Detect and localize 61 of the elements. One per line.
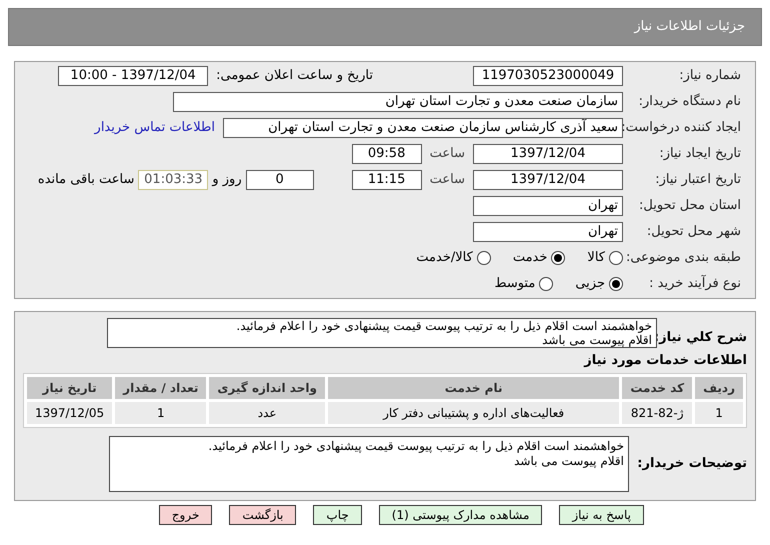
buyer-notes-line: خواهشمند است اقلام ذیل را به ترتیب پیوست قیمت پیشنهادی خود را اعلام فرمائید. xyxy=(207,439,624,454)
date-field: 1397/12/04 xyxy=(473,170,623,190)
time-label: ساعت xyxy=(430,171,465,190)
table-cell: 1 xyxy=(695,402,743,424)
action-button[interactable]: بازگشت xyxy=(229,505,296,525)
action-button[interactable]: چاپ xyxy=(313,505,362,525)
radio-label: خدمت xyxy=(512,249,548,268)
column-header: واحد اندازه گیری xyxy=(209,377,325,399)
remaining-time-field: 01:03:33 xyxy=(138,170,208,190)
action-button[interactable]: خروج xyxy=(158,505,212,525)
field-label: شهر محل تحویل: xyxy=(646,223,741,242)
action-button[interactable]: پاسخ به نیاز xyxy=(559,505,644,525)
table-cell: فعالیت‌های اداره و پشتیبانی دفتر کار xyxy=(328,402,620,424)
days-field: 0 xyxy=(246,170,314,190)
radio-button[interactable] xyxy=(609,277,623,291)
date-field: 1397/12/04 xyxy=(473,144,623,164)
page-title: جزئیات اطلاعات نیاز xyxy=(634,18,745,36)
days-label: روز و xyxy=(212,171,242,190)
field-label: ایجاد کننده درخواست: xyxy=(623,119,741,138)
province-field: تهران xyxy=(473,196,623,216)
field-label: تاریخ و ساعت اعلان عمومی: xyxy=(216,67,373,86)
field-label: استان محل تحویل: xyxy=(638,197,741,216)
column-header: نام خدمت xyxy=(328,377,620,399)
action-button[interactable]: مشاهده مدارک پیوستی (1) xyxy=(378,505,542,525)
summary-line: اقلام پیوست می باشد xyxy=(541,333,652,347)
radio-button[interactable] xyxy=(551,251,566,265)
table-cell: 1 xyxy=(115,402,206,424)
radio-button[interactable] xyxy=(476,251,491,265)
field-label: نوع فرآیند خرید : xyxy=(648,274,741,294)
time-field: 11:15 xyxy=(352,170,422,190)
buyer-org-field: سازمان صنعت معدن و تجارت استان تهران xyxy=(173,92,623,112)
buyer-notes-label: توضیحات خریدار: xyxy=(636,455,747,474)
field-label: نام دستگاه خریدار: xyxy=(638,92,741,112)
field-label: تاریخ اعتبار نیاز: xyxy=(654,171,741,190)
buyer-contact-link[interactable]: اطلاعات تماس خریدار xyxy=(94,118,215,138)
requester-field: سعید آذری کارشناس سازمان صنعت معدن و تجارت استان تهران xyxy=(223,118,623,138)
column-header: تاریخ نیاز xyxy=(27,377,112,399)
time-label: ساعت xyxy=(430,145,465,164)
field-label: طبقه بندی موضوعی: xyxy=(624,249,741,268)
table-cell: عدد xyxy=(209,402,325,424)
column-header: تعداد / مقدار xyxy=(115,377,206,399)
radio-button[interactable] xyxy=(539,277,554,291)
column-header: ردیف xyxy=(695,377,743,399)
radio-label: جزیی xyxy=(575,275,605,294)
field-label: تاریخ ایجاد نیاز: xyxy=(658,145,741,164)
need-number-field: 1197030523000049 xyxy=(473,66,623,86)
buyer-notes-line: اقلام پیوست می باشد xyxy=(513,454,624,469)
table-cell: 1397/12/05 xyxy=(27,402,112,424)
column-header: کد خدمت xyxy=(622,377,692,399)
radio-label: کالا xyxy=(587,249,605,268)
services-title: اطلاعات خدمات مورد نیاز xyxy=(582,353,747,369)
radio-label: متوسط xyxy=(494,275,536,294)
city-field: تهران xyxy=(473,222,623,242)
time-field: 09:58 xyxy=(352,144,422,164)
table-cell: ژ-82-821 xyxy=(622,402,692,424)
field-label: شماره نیاز: xyxy=(678,67,741,86)
radio-button[interactable] xyxy=(609,251,623,265)
remaining-label: ساعت باقی مانده xyxy=(38,171,134,190)
summary-line: خواهشمند است اقلام ذیل را به ترتیب پیوست قیمت پیشنهادی خود را اعلام فرمائید. xyxy=(235,319,652,333)
radio-label: کالا/خدمت xyxy=(416,249,473,268)
announce-date-field: 1397/12/04 - 10:00 xyxy=(58,66,208,86)
